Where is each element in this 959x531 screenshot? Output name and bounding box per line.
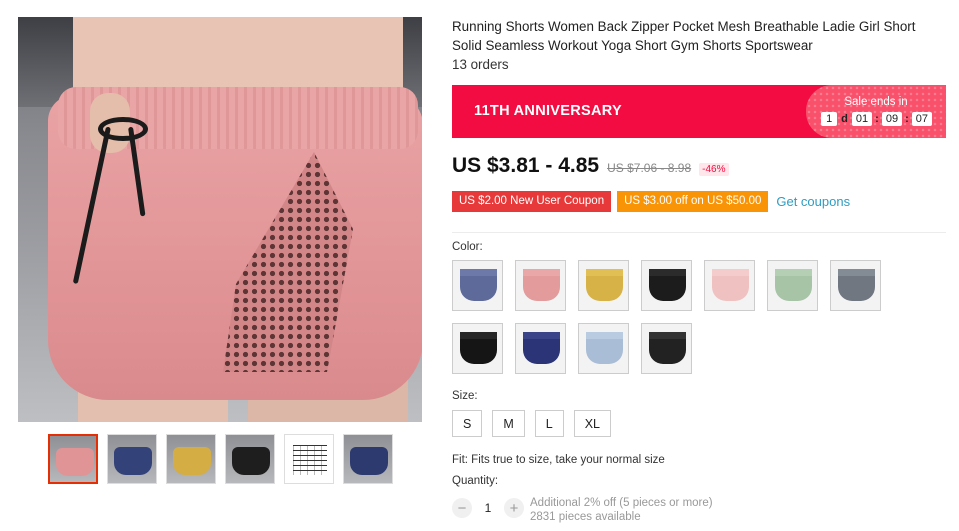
swatch-waistband bbox=[838, 269, 875, 276]
thumbnail[interactable] bbox=[343, 434, 393, 484]
swatch-waistband bbox=[586, 269, 623, 276]
quantity-increase-button[interactable]: + bbox=[504, 498, 524, 518]
thumbnail[interactable] bbox=[48, 434, 98, 484]
swatch-waistband bbox=[649, 332, 686, 339]
size-label: Size: bbox=[452, 390, 478, 402]
size-chart-icon bbox=[293, 445, 327, 475]
thumbnail-shorts bbox=[56, 448, 94, 476]
thumbnail-strip bbox=[48, 434, 393, 484]
countdown-separator: : bbox=[875, 113, 879, 125]
anniversary-banner: 11TH ANNIVERSARY Sale ends in 1 d 01 : 0… bbox=[452, 85, 946, 138]
swatch-waistband bbox=[586, 332, 623, 339]
countdown-minutes: 09 bbox=[881, 112, 903, 126]
swatch-waistband bbox=[523, 332, 560, 339]
color-swatch[interactable] bbox=[767, 260, 818, 311]
price-row: US $3.81 - 4.85 US $7.06 - 8.98 -46% bbox=[452, 154, 729, 178]
thumbnail-shorts bbox=[232, 447, 270, 475]
swatch-waistband bbox=[649, 269, 686, 276]
color-swatch[interactable] bbox=[704, 260, 755, 311]
color-swatch[interactable] bbox=[452, 323, 503, 374]
quantity-decrease-button[interactable]: − bbox=[452, 498, 472, 518]
new-user-coupon[interactable]: US $2.00 New User Coupon bbox=[452, 191, 612, 212]
color-swatch[interactable] bbox=[641, 260, 692, 311]
quantity-info: Additional 2% off (5 pieces or more) 283… bbox=[530, 496, 713, 524]
thumbnail-shorts bbox=[350, 447, 388, 475]
thumbnail-shorts bbox=[173, 447, 211, 475]
color-swatch[interactable] bbox=[578, 260, 629, 311]
countdown-hours: 01 bbox=[851, 112, 873, 126]
thumbnail[interactable] bbox=[225, 434, 275, 484]
quantity-label: Quantity: bbox=[452, 475, 499, 487]
color-swatch[interactable] bbox=[515, 260, 566, 311]
countdown-seconds: 07 bbox=[911, 112, 932, 126]
quantity-stepper: − 1 + bbox=[452, 498, 524, 518]
countdown-day-suffix: d bbox=[841, 113, 848, 125]
color-swatch[interactable] bbox=[641, 323, 692, 374]
thumbnail[interactable] bbox=[107, 434, 157, 484]
color-swatch[interactable] bbox=[830, 260, 881, 311]
store-coupon[interactable]: US $3.00 off on US $50.00 bbox=[617, 191, 769, 212]
countdown-timer: 1 d 01 : 09 : 07 bbox=[821, 112, 932, 126]
thumbnail[interactable] bbox=[284, 434, 334, 484]
get-coupons-link[interactable]: Get coupons bbox=[776, 194, 850, 209]
size-option[interactable]: M bbox=[492, 410, 525, 437]
color-swatch[interactable] bbox=[578, 323, 629, 374]
quantity-value[interactable]: 1 bbox=[480, 501, 496, 515]
size-option[interactable]: L bbox=[534, 410, 564, 437]
swatch-waistband bbox=[712, 269, 749, 276]
fit-note: Fit: Fits true to size, take your normal… bbox=[452, 454, 665, 466]
color-swatches bbox=[452, 260, 932, 374]
size-option[interactable]: XL bbox=[573, 410, 612, 437]
countdown-separator: : bbox=[905, 113, 909, 125]
stock-available: 2831 pieces available bbox=[530, 511, 641, 523]
size-options: S M L XL bbox=[452, 410, 612, 437]
swatch-waistband bbox=[775, 269, 812, 276]
divider bbox=[452, 232, 946, 233]
color-swatch[interactable] bbox=[452, 260, 503, 311]
banner-label: 11TH ANNIVERSARY bbox=[474, 103, 622, 119]
color-swatch[interactable] bbox=[515, 323, 566, 374]
product-title: Running Shorts Women Back Zipper Pocket … bbox=[452, 19, 916, 53]
countdown-days: 1 bbox=[821, 112, 838, 126]
swatch-waistband bbox=[460, 269, 497, 276]
discount-badge: -46% bbox=[699, 163, 729, 176]
original-price: US $7.06 - 8.98 bbox=[607, 161, 692, 175]
main-product-image[interactable] bbox=[18, 17, 422, 422]
coupon-row: US $2.00 New User Coupon US $3.00 off on… bbox=[452, 191, 850, 212]
current-price: US $3.81 - 4.85 bbox=[452, 154, 600, 177]
color-label: Color: bbox=[452, 241, 483, 253]
swatch-waistband bbox=[523, 269, 560, 276]
swatch-waistband bbox=[460, 332, 497, 339]
thumbnail[interactable] bbox=[166, 434, 216, 484]
sale-ends-label: Sale ends in bbox=[844, 96, 908, 108]
order-count: 13 orders bbox=[452, 57, 509, 72]
size-option[interactable]: S bbox=[452, 410, 483, 437]
bulk-discount-note: Additional 2% off (5 pieces or more) bbox=[530, 497, 713, 509]
thumbnail-shorts bbox=[114, 447, 152, 475]
